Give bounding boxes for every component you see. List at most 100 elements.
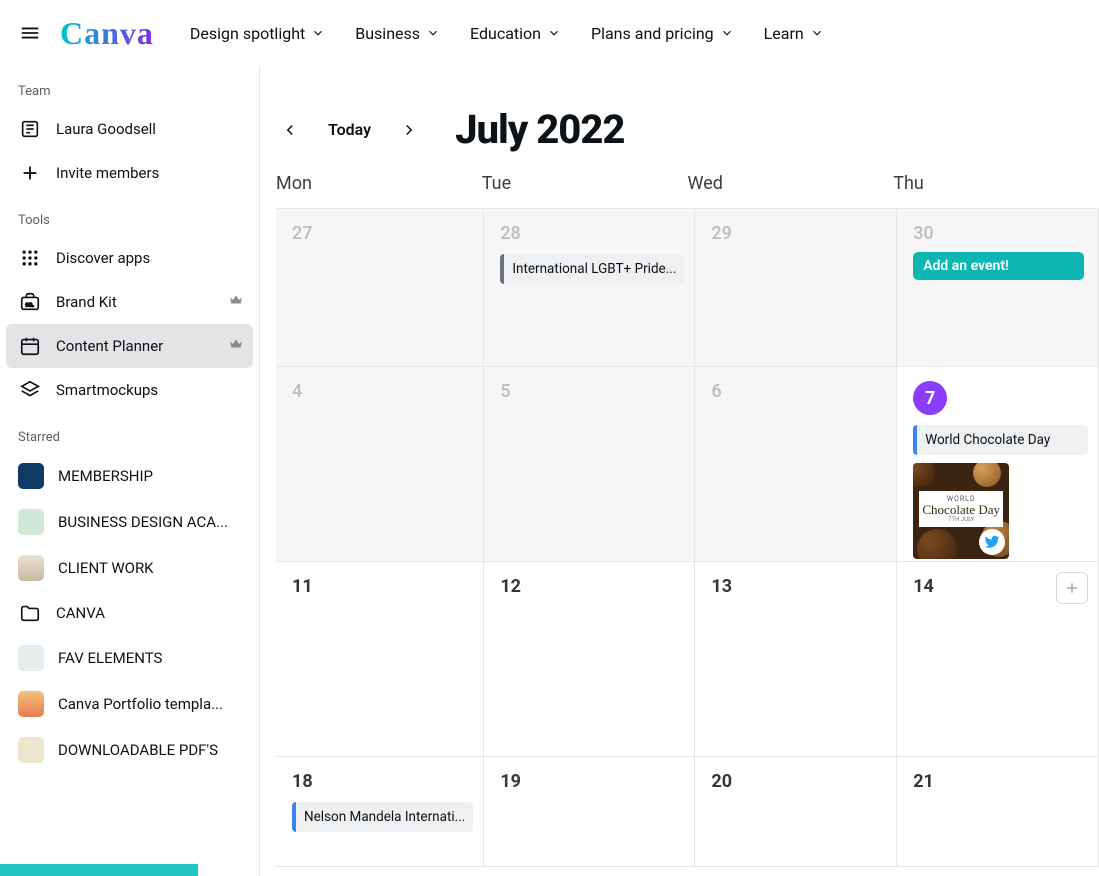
- nav-plans-pricing[interactable]: Plans and pricing: [591, 24, 734, 43]
- event-chip[interactable]: International LGBT+ Pride...: [500, 254, 684, 284]
- scheduled-post-thumb[interactable]: WORLD Chocolate Day 7TH JULY: [913, 463, 1009, 559]
- day-header: Wed: [688, 173, 894, 194]
- nav-label: Design spotlight: [190, 24, 305, 43]
- crown-icon: [229, 293, 243, 311]
- sidebar-item-discover-apps[interactable]: Discover apps: [6, 236, 253, 280]
- invite-members-row[interactable]: Invite members: [6, 151, 253, 195]
- chevron-down-icon: [426, 26, 440, 40]
- day-headers: Mon Tue Wed Thu: [260, 173, 1099, 208]
- calendar-cell[interactable]: 21: [897, 757, 1099, 867]
- calendar-cell[interactable]: 4: [276, 367, 484, 562]
- calendar-cell[interactable]: 27: [276, 209, 484, 367]
- brand-kit-icon: co.: [18, 290, 42, 314]
- day-number: 12: [500, 576, 684, 597]
- starred-item-membership[interactable]: MEMBERSHIP: [6, 453, 253, 499]
- invite-members-label: Invite members: [56, 164, 241, 182]
- event-chip[interactable]: Nelson Mandela Internati...: [292, 802, 473, 832]
- sidebar-item-label: Content Planner: [56, 337, 241, 355]
- section-tools-label: Tools: [6, 195, 253, 236]
- team-icon: [18, 117, 42, 141]
- nav-business[interactable]: Business: [355, 24, 440, 43]
- chevron-down-icon: [547, 26, 561, 40]
- nav-design-spotlight[interactable]: Design spotlight: [190, 24, 325, 43]
- calendar-cell[interactable]: 12: [484, 562, 695, 757]
- next-month-button[interactable]: [395, 116, 423, 144]
- hamburger-menu-icon[interactable]: [18, 21, 42, 45]
- apps-grid-icon: [18, 246, 42, 270]
- starred-item-fav-elements[interactable]: FAV ELEMENTS: [6, 635, 253, 681]
- nav-label: Business: [355, 24, 420, 43]
- sidebar-item-label: Smartmockups: [56, 381, 241, 399]
- canva-logo[interactable]: Canva: [60, 15, 154, 52]
- nav-education[interactable]: Education: [470, 24, 561, 43]
- sidebar-item-smartmockups[interactable]: Smartmockups: [6, 368, 253, 412]
- starred-item-client-work[interactable]: CLIENT WORK: [6, 545, 253, 591]
- day-number: 7: [913, 381, 947, 415]
- nav-learn[interactable]: Learn: [764, 24, 824, 43]
- calendar-cell[interactable]: 14: [897, 562, 1099, 757]
- calendar-cell[interactable]: 6: [695, 367, 897, 562]
- team-member-row[interactable]: Laura Goodsell: [6, 107, 253, 151]
- layers-icon: [18, 378, 42, 402]
- day-number: 5: [500, 381, 684, 402]
- starred-item-portfolio[interactable]: Canva Portfolio templa...: [6, 681, 253, 727]
- section-starred-label: Starred: [6, 412, 253, 453]
- day-header: Thu: [893, 173, 1099, 194]
- nav-label: Education: [470, 24, 541, 43]
- day-number: 29: [711, 223, 886, 244]
- starred-item-pdfs[interactable]: DOWNLOADABLE PDF'S: [6, 727, 253, 773]
- nav-label: Plans and pricing: [591, 24, 714, 43]
- folder-icon: [18, 601, 42, 625]
- calendar-cell[interactable]: 5: [484, 367, 695, 562]
- folder-thumb: [18, 463, 44, 489]
- event-text: Nelson Mandela Internati...: [296, 809, 473, 825]
- chevron-down-icon: [810, 26, 824, 40]
- sidebar-item-label: Discover apps: [56, 249, 241, 267]
- folder-thumb: [18, 645, 44, 671]
- calendar-cell[interactable]: 19: [484, 757, 695, 867]
- sidebar: Team Laura Goodsell Invite members Tools…: [0, 66, 260, 876]
- calendar-cell-today[interactable]: 7 World Chocolate Day WORLD Chocolate Da…: [897, 367, 1099, 562]
- day-number: 27: [292, 223, 473, 244]
- starred-item-label: BUSINESS DESIGN ACA...: [58, 513, 241, 531]
- add-event-button[interactable]: Add an event!: [913, 252, 1084, 280]
- calendar-icon: [18, 334, 42, 358]
- topbar: Canva Design spotlight Business Educatio…: [0, 0, 1099, 66]
- calendar-cell[interactable]: 28 International LGBT+ Pride...: [484, 209, 695, 367]
- calendar-cell[interactable]: 13: [695, 562, 897, 757]
- today-button[interactable]: Today: [322, 116, 377, 143]
- folder-thumb: [18, 691, 44, 717]
- day-number: 11: [292, 576, 473, 597]
- calendar-cell[interactable]: 29: [695, 209, 897, 367]
- calendar-header: Today July 2022: [260, 66, 1099, 173]
- day-number: 18: [292, 771, 473, 792]
- content-planner-main: Today July 2022 Mon Tue Wed Thu 27 28 In…: [260, 66, 1099, 876]
- crown-icon: [229, 337, 243, 355]
- starred-item-label: DOWNLOADABLE PDF'S: [58, 741, 241, 759]
- plus-icon: [18, 161, 42, 185]
- event-text: World Chocolate Day: [917, 432, 1058, 448]
- calendar-cell[interactable]: 11: [276, 562, 484, 757]
- prev-month-button[interactable]: [276, 116, 304, 144]
- add-event-plus-button[interactable]: [1056, 572, 1088, 604]
- day-number: 19: [500, 771, 684, 792]
- post-label-line3: 7TH JULY: [921, 516, 1001, 523]
- starred-item-label: MEMBERSHIP: [58, 467, 241, 485]
- calendar-cell[interactable]: 18 Nelson Mandela Internati...: [276, 757, 484, 867]
- starred-item-canva[interactable]: CANVA: [6, 591, 253, 635]
- day-number: 20: [711, 771, 886, 792]
- day-header: Mon: [276, 173, 482, 194]
- day-header: Tue: [482, 173, 688, 194]
- month-title: July 2022: [455, 106, 624, 153]
- event-chip[interactable]: World Chocolate Day: [913, 425, 1088, 455]
- folder-thumb: [18, 737, 44, 763]
- team-member-name: Laura Goodsell: [56, 120, 241, 138]
- starred-item-business-design[interactable]: BUSINESS DESIGN ACA...: [6, 499, 253, 545]
- event-text: International LGBT+ Pride...: [504, 261, 684, 277]
- sidebar-item-brand-kit[interactable]: co. Brand Kit: [6, 280, 253, 324]
- folder-thumb: [18, 555, 44, 581]
- starred-item-label: Canva Portfolio templa...: [58, 695, 241, 713]
- sidebar-item-content-planner[interactable]: Content Planner: [6, 324, 253, 368]
- calendar-cell[interactable]: 30 Add an event!: [897, 209, 1099, 367]
- calendar-cell[interactable]: 20: [695, 757, 897, 867]
